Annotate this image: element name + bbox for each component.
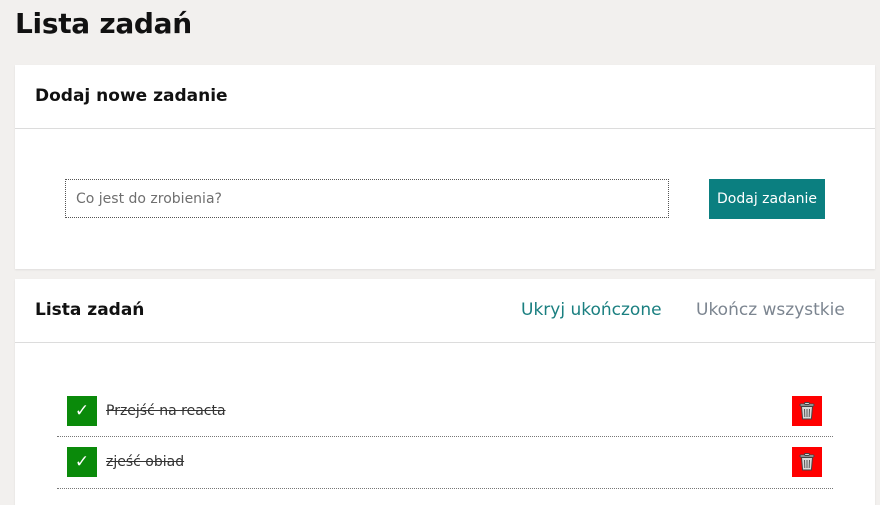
- trash-icon: [799, 402, 815, 420]
- page-title: Lista zadań: [15, 7, 192, 40]
- task-list: ✓ Przejść na reacta ✓ zjeść obiad: [57, 389, 833, 492]
- task-complete-checkbox[interactable]: ✓: [67, 396, 97, 426]
- task-label: Przejść na reacta: [106, 403, 226, 419]
- add-task-card-header: Dodaj nowe zadanie: [15, 65, 875, 129]
- task-list-title: Lista zadań: [35, 300, 145, 320]
- complete-all-link[interactable]: Ukończ wszystkie: [696, 299, 845, 321]
- task-row: ✓ Przejść na reacta: [57, 389, 833, 437]
- add-task-title: Dodaj nowe zadanie: [35, 86, 228, 106]
- new-task-input[interactable]: [65, 179, 669, 218]
- add-task-card: Dodaj nowe zadanie Dodaj zadanie: [15, 65, 875, 269]
- add-task-button[interactable]: Dodaj zadanie: [709, 179, 825, 219]
- todo-page: Lista zadań Dodaj nowe zadanie Dodaj zad…: [0, 0, 880, 505]
- task-complete-checkbox[interactable]: ✓: [67, 447, 97, 477]
- task-list-card: Lista zadań Ukryj ukończone Ukończ wszys…: [15, 279, 875, 505]
- task-list-card-header: Lista zadań Ukryj ukończone Ukończ wszys…: [15, 279, 875, 343]
- hide-completed-link[interactable]: Ukryj ukończone: [521, 299, 662, 321]
- delete-task-button[interactable]: [792, 447, 822, 477]
- task-row: ✓ zjeść obiad: [57, 440, 833, 489]
- delete-task-button[interactable]: [792, 396, 822, 426]
- task-label: zjeść obiad: [106, 454, 185, 470]
- trash-icon: [799, 453, 815, 471]
